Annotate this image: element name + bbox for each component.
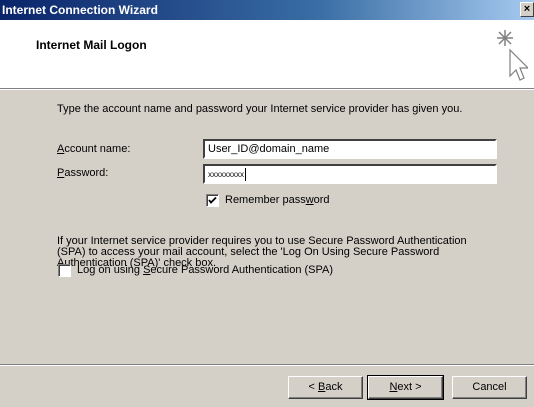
checkmark-icon <box>208 196 217 204</box>
remember-password-label[interactable]: Remember password <box>225 194 330 206</box>
close-button[interactable]: × <box>520 2 534 17</box>
intro-text: Type the account name and password your … <box>57 103 463 115</box>
password-field[interactable]: xxxxxxxxx <box>203 164 497 184</box>
cancel-button[interactable]: Cancel <box>452 376 527 399</box>
page-title: Internet Mail Logon <box>36 38 147 52</box>
back-button[interactable]: < Back <box>288 376 363 399</box>
spa-label[interactable]: Log on using Secure Password Authenticat… <box>77 264 333 276</box>
header-divider <box>0 89 534 90</box>
remember-password-checkbox[interactable] <box>206 194 219 207</box>
wizard-header: Internet Mail Logon <box>0 20 534 89</box>
account-name-value: User_ID@domain_name <box>208 143 330 155</box>
window-title: Internet Connection Wizard <box>2 3 158 17</box>
password-label: Password: <box>57 167 109 179</box>
account-name-label: Account name: <box>57 143 131 155</box>
mouse-pointer-icon <box>497 30 528 81</box>
password-value: xxxxxxxxx <box>208 170 244 179</box>
spa-checkbox[interactable] <box>58 264 71 277</box>
title-bar: Internet Connection Wizard × <box>0 0 534 20</box>
footer-divider-highlight <box>0 365 534 366</box>
next-button[interactable]: Next > <box>367 375 444 400</box>
text-caret <box>245 168 246 181</box>
account-name-field[interactable]: User_ID@domain_name <box>203 139 497 159</box>
